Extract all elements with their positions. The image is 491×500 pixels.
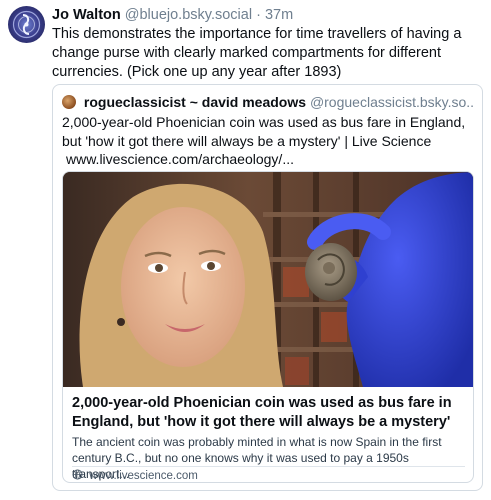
quote-avatar[interactable] xyxy=(62,95,76,109)
post-text: This demonstrates the importance for tim… xyxy=(52,26,462,80)
quoted-post[interactable]: rogueclassicist ~ david meadows @roguecl… xyxy=(52,84,483,491)
quote-author-name[interactable]: rogueclassicist ~ david meadows xyxy=(84,94,306,110)
quote-link[interactable]: www.livescience.com/archaeology/... xyxy=(66,151,294,167)
quote-author-handle[interactable]: @rogueclassicist.bsky.so... xyxy=(310,94,474,110)
author-name[interactable]: Jo Walton xyxy=(52,7,121,23)
post-time[interactable]: 37m xyxy=(265,7,293,23)
coin-photo xyxy=(63,172,473,387)
link-card-image xyxy=(63,172,473,387)
link-card[interactable]: 2,000-year-old Phoenician coin was used … xyxy=(62,171,474,483)
globe-icon xyxy=(72,469,83,480)
quote-text: 2,000-year-old Phoenician coin was used … xyxy=(62,113,478,169)
link-card-title[interactable]: 2,000-year-old Phoenician coin was used … xyxy=(72,394,467,432)
link-card-domain[interactable]: www.livescience.com xyxy=(72,469,198,482)
author-handle[interactable]: @bluejo.bsky.social xyxy=(125,7,252,23)
quote-header: rogueclassicist ~ david meadows @roguecl… xyxy=(62,93,474,111)
post-header: Jo Walton @bluejo.bsky.social · 37m xyxy=(52,6,293,24)
link-card-divider xyxy=(72,466,465,467)
separator: · xyxy=(256,7,261,23)
post[interactable]: Jo Walton @bluejo.bsky.social · 37m This… xyxy=(0,0,491,500)
quote-text-body: 2,000-year-old Phoenician coin was used … xyxy=(62,114,466,149)
link-card-domain-text: www.livescience.com xyxy=(89,470,198,482)
author-avatar-image xyxy=(12,10,41,39)
author-avatar[interactable] xyxy=(8,6,45,43)
